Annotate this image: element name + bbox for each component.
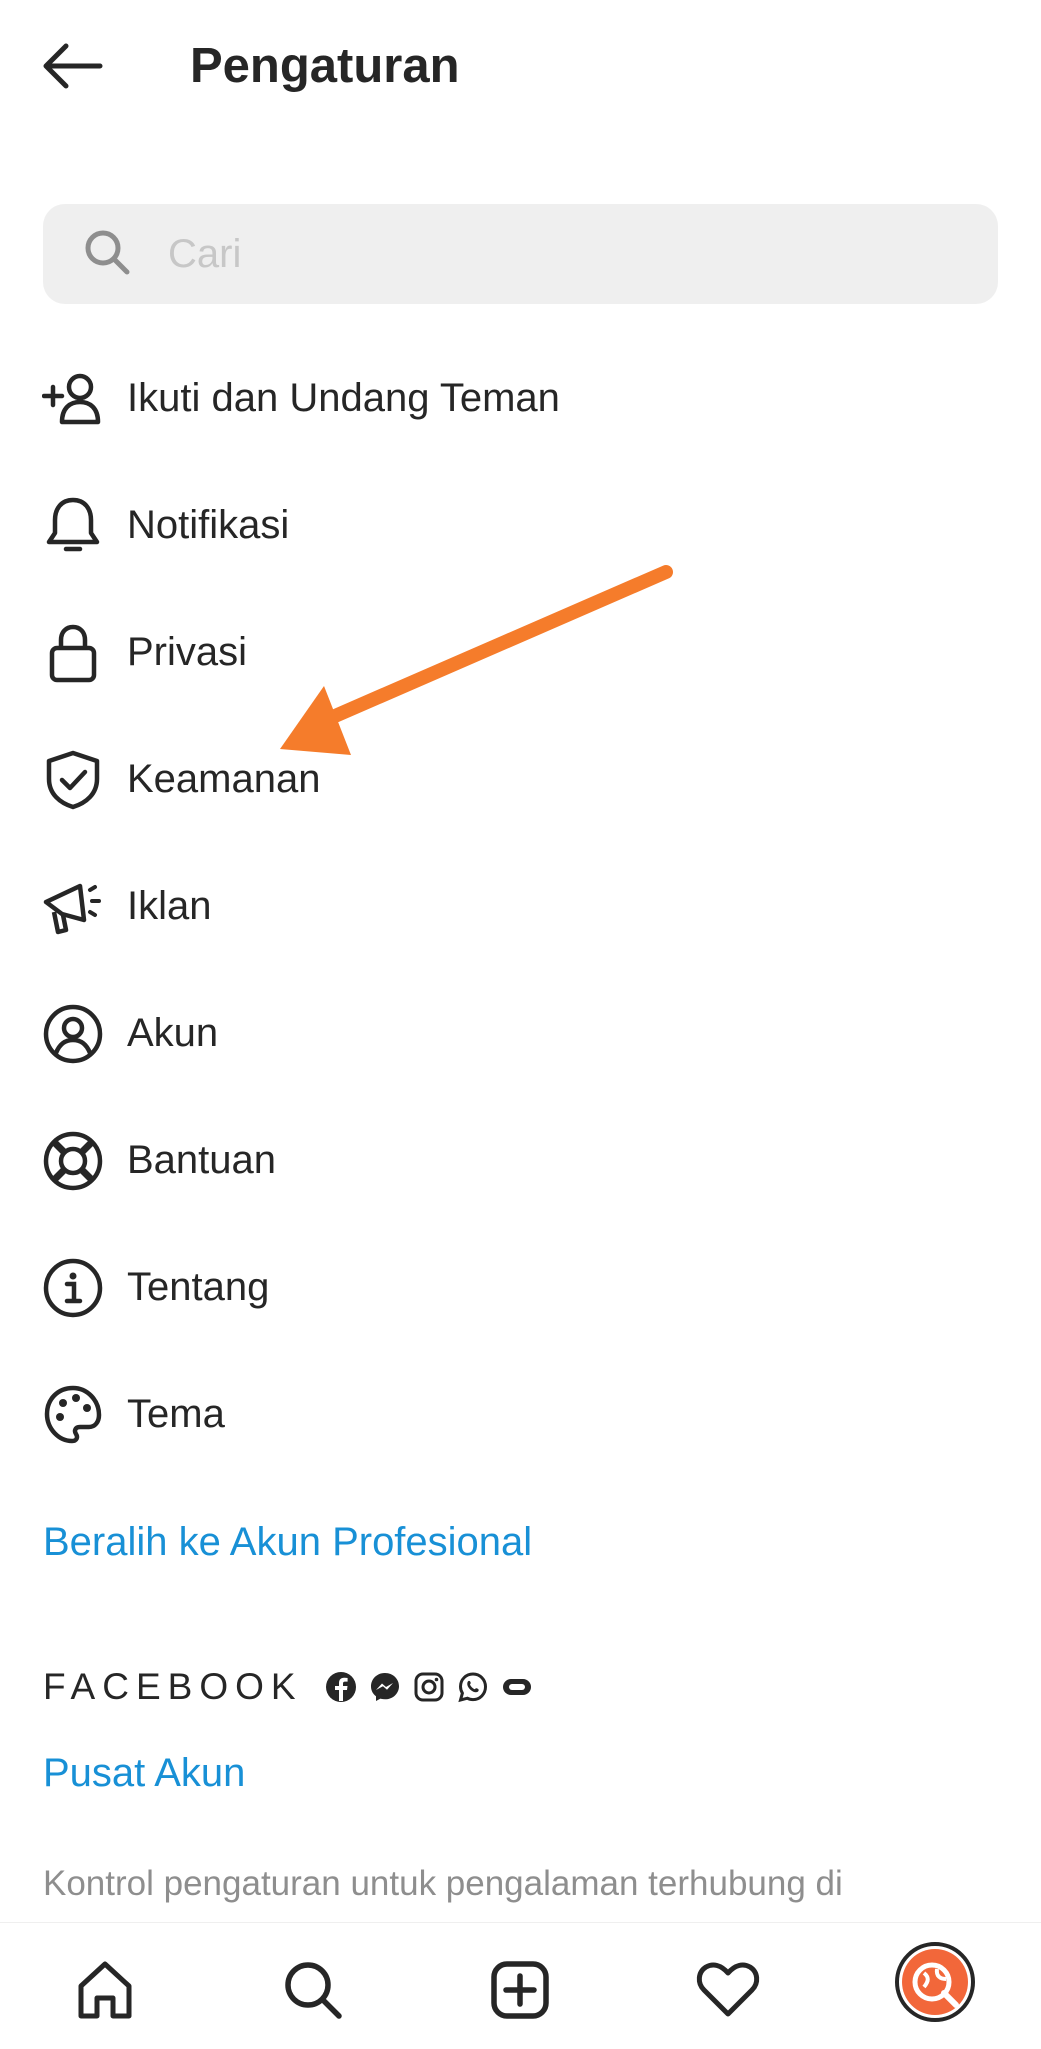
profile-avatar[interactable] (895, 1942, 975, 2022)
menu-item-follow-invite[interactable]: Ikuti dan Undang Teman (0, 335, 1041, 462)
nav-search[interactable] (278, 1955, 348, 2025)
info-icon (42, 1257, 104, 1319)
page-title: Pengaturan (190, 39, 460, 93)
shield-check-icon (42, 749, 104, 811)
accounts-center-link[interactable]: Pusat Akun (43, 1751, 245, 1796)
menu-item-label: Tema (127, 1392, 225, 1436)
facebook-icon (325, 1671, 357, 1703)
facebook-section-header: FACEBOOK (43, 1663, 533, 1711)
menu-item-label: Ikuti dan Undang Teman (127, 376, 560, 420)
menu-item-label: Notifikasi (127, 503, 290, 547)
add-person-icon (42, 368, 104, 430)
instagram-icon (413, 1671, 445, 1703)
menu-item-ads[interactable]: Iklan (0, 843, 1041, 970)
nav-new-post[interactable] (485, 1955, 555, 2025)
activity-heart-icon (696, 1962, 760, 2017)
menu-item-theme[interactable]: Tema (0, 1351, 1041, 1478)
menu-item-label: Bantuan (127, 1138, 277, 1182)
nav-home[interactable] (70, 1955, 140, 2025)
bell-icon (42, 495, 104, 557)
whatsapp-icon (457, 1671, 489, 1703)
search-input[interactable] (168, 224, 968, 284)
facebook-app-icons (325, 1671, 533, 1703)
menu-item-account[interactable]: Akun (0, 970, 1041, 1097)
lifebuoy-icon (42, 1130, 104, 1192)
facebook-wordmark: FACEBOOK (43, 1666, 303, 1707)
account-circle-icon (42, 1003, 104, 1065)
menu-item-label: Akun (127, 1011, 219, 1055)
back-arrow-icon (43, 43, 103, 89)
lock-icon (42, 622, 104, 684)
messenger-icon (369, 1671, 401, 1703)
home-icon (78, 1961, 132, 2019)
portal-icon (501, 1671, 533, 1703)
palette-icon (42, 1384, 104, 1446)
menu-item-label: Iklan (127, 884, 212, 928)
bottom-navigation (0, 1922, 1041, 2049)
menu-item-label: Privasi (127, 630, 248, 674)
menu-item-privacy[interactable]: Privasi (0, 589, 1041, 716)
switch-professional-link[interactable]: Beralih ke Akun Profesional (43, 1520, 532, 1565)
header: Pengaturan (0, 0, 1041, 130)
search-icon (85, 230, 130, 275)
new-post-icon (491, 1961, 549, 2019)
menu-item-notifications[interactable]: Notifikasi (0, 462, 1041, 589)
search-icon (285, 1962, 342, 2019)
nav-activity[interactable] (693, 1955, 763, 2025)
menu-item-security[interactable]: Keamanan (0, 716, 1041, 843)
accounts-center-description: Kontrol pengaturan untuk pengalaman terh… (43, 1864, 843, 1903)
menu-item-label: Tentang (127, 1265, 270, 1309)
avatar-image (902, 1949, 968, 2015)
menu-item-label: Keamanan (127, 757, 321, 801)
back-button[interactable] (40, 38, 110, 94)
menu-item-help[interactable]: Bantuan (0, 1097, 1041, 1224)
settings-menu: Ikuti dan Undang Teman Notifikasi Privas… (0, 335, 1041, 1478)
menu-item-about[interactable]: Tentang (0, 1224, 1041, 1351)
megaphone-icon (42, 876, 104, 938)
